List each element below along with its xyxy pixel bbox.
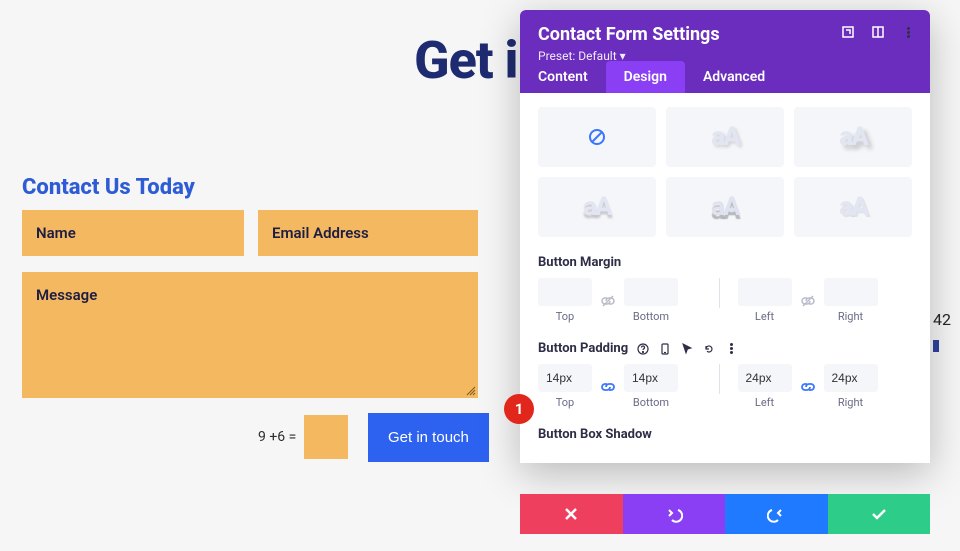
padding-bottom-input[interactable] bbox=[624, 364, 678, 392]
link-icon[interactable] bbox=[596, 375, 620, 399]
button-padding-row: Top Bottom Left Right bbox=[538, 364, 912, 409]
aa-icon: aA bbox=[583, 192, 610, 222]
expand-icon[interactable] bbox=[840, 24, 856, 40]
margin-top-label: Top bbox=[556, 310, 574, 323]
aa-icon: aA bbox=[711, 122, 738, 152]
undo-button[interactable] bbox=[623, 494, 726, 534]
padding-top-input[interactable] bbox=[538, 364, 592, 392]
name-field[interactable]: Name bbox=[22, 210, 244, 256]
divider bbox=[719, 278, 720, 308]
button-box-shadow-label: Button Box Shadow bbox=[538, 427, 912, 442]
padding-left-label: Left bbox=[755, 396, 774, 409]
panel-body: aA aA aA aA aA Button Margin Top Bottom bbox=[520, 93, 930, 463]
margin-top-input[interactable] bbox=[538, 278, 592, 306]
margin-right-label: Right bbox=[838, 310, 863, 323]
panel-tabs: Content Design Advanced bbox=[520, 61, 930, 93]
link-icon[interactable] bbox=[796, 289, 820, 313]
margin-bottom-input[interactable] bbox=[624, 278, 678, 306]
padding-top-label: Top bbox=[556, 396, 574, 409]
shadow-preset-2[interactable]: aA bbox=[794, 107, 912, 167]
submit-button[interactable]: Get in touch bbox=[368, 413, 489, 462]
redo-button[interactable] bbox=[725, 494, 828, 534]
captcha-input[interactable] bbox=[304, 415, 348, 459]
shadow-preset-1[interactable]: aA bbox=[666, 107, 784, 167]
device-icon[interactable] bbox=[658, 342, 672, 356]
button-margin-row: Top Bottom Left Right bbox=[538, 278, 912, 323]
margin-bottom-label: Bottom bbox=[633, 310, 669, 323]
reset-icon[interactable] bbox=[702, 342, 716, 356]
padding-left-input[interactable] bbox=[738, 364, 792, 392]
aa-icon: aA bbox=[711, 192, 738, 222]
help-icon[interactable] bbox=[636, 342, 650, 356]
button-margin-label: Button Margin bbox=[538, 255, 912, 270]
ban-icon bbox=[587, 127, 607, 147]
button-padding-label: Button Padding bbox=[538, 341, 628, 356]
divider bbox=[719, 364, 720, 394]
aa-icon: aA bbox=[839, 192, 866, 222]
message-field[interactable]: Message bbox=[22, 272, 478, 398]
panel-header: Contact Form Settings Preset: Default ▾ … bbox=[520, 10, 930, 93]
padding-bottom-label: Bottom bbox=[633, 396, 669, 409]
margin-right-input[interactable] bbox=[824, 278, 878, 306]
settings-panel: Contact Form Settings Preset: Default ▾ … bbox=[520, 10, 930, 463]
shadow-preset-3[interactable]: aA bbox=[538, 177, 656, 237]
more-icon[interactable] bbox=[900, 24, 916, 40]
message-label: Message bbox=[36, 286, 97, 304]
margin-left-label: Left bbox=[755, 310, 774, 323]
link-icon[interactable] bbox=[796, 375, 820, 399]
tab-design[interactable]: Design bbox=[606, 61, 685, 93]
cancel-button[interactable] bbox=[520, 494, 623, 534]
resize-handle-icon[interactable] bbox=[466, 386, 476, 396]
hover-icon[interactable] bbox=[680, 342, 694, 356]
aa-icon: aA bbox=[839, 122, 866, 152]
margin-left-input[interactable] bbox=[738, 278, 792, 306]
stray-bar bbox=[933, 340, 939, 352]
padding-right-input[interactable] bbox=[824, 364, 878, 392]
panel-footer-actions bbox=[520, 494, 930, 534]
text-shadow-grid: aA aA aA aA aA bbox=[538, 107, 912, 237]
shadow-none-tile[interactable] bbox=[538, 107, 656, 167]
contact-heading: Contact Us Today bbox=[22, 175, 195, 200]
link-icon[interactable] bbox=[596, 289, 620, 313]
email-field[interactable]: Email Address bbox=[258, 210, 478, 256]
tab-content[interactable]: Content bbox=[520, 61, 606, 93]
shadow-preset-5[interactable]: aA bbox=[794, 177, 912, 237]
callout-badge: 1 bbox=[504, 394, 534, 424]
more-options-icon[interactable] bbox=[724, 342, 738, 356]
save-button[interactable] bbox=[828, 494, 931, 534]
shadow-preset-4[interactable]: aA bbox=[666, 177, 784, 237]
padding-right-label: Right bbox=[838, 396, 863, 409]
tab-advanced[interactable]: Advanced bbox=[685, 61, 783, 93]
stray-text: 42 bbox=[933, 310, 951, 329]
snap-icon[interactable] bbox=[870, 24, 886, 40]
captcha-question: 9 +6 = bbox=[258, 429, 296, 445]
